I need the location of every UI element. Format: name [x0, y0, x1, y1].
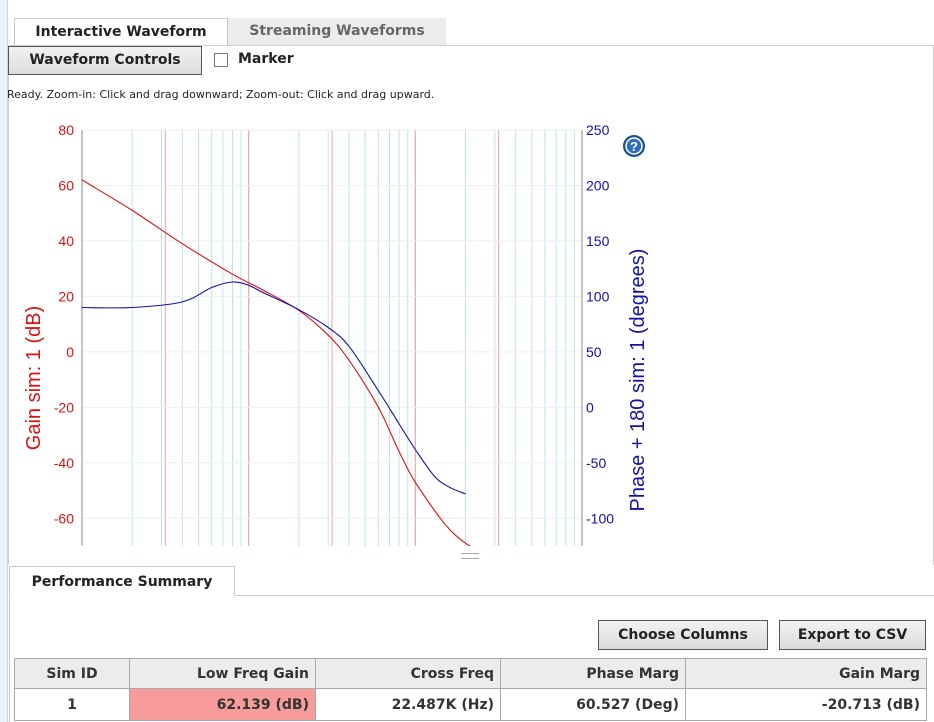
column-header[interactable]: Sim ID [14, 658, 130, 689]
table-cell: 22.487K (Hz) [315, 688, 501, 721]
left-tick-label: -40 [54, 455, 74, 471]
left-tick-label: 0 [66, 344, 74, 360]
right-tick-label: 50 [586, 344, 602, 360]
right-axis-title: Phase + 180 sim: 1 (degrees) [627, 249, 649, 512]
export-csv-button[interactable]: Export to CSV [779, 620, 926, 650]
left-axis-title: Gain sim: 1 (dB) [23, 306, 45, 450]
column-header[interactable]: Low Freq Gain [129, 658, 316, 689]
left-tick-label: -60 [54, 510, 74, 526]
right-tick-label: 0 [586, 399, 594, 415]
column-header[interactable]: Cross Freq [315, 658, 501, 689]
right-tick-label: 100 [586, 288, 610, 304]
right-tick-label: 200 [586, 177, 610, 193]
left-tick-label: -20 [54, 399, 74, 415]
table-header-row: Sim ID Low Freq Gain Cross Freq Phase Ma… [14, 658, 927, 689]
left-tick-label: 60 [58, 177, 74, 193]
right-tick-label: 150 [586, 233, 610, 249]
table-cell: -20.713 (dB) [685, 688, 927, 721]
right-tick-label: -50 [586, 455, 606, 471]
left-tick-label: 80 [58, 122, 74, 138]
performance-table: Sim ID Low Freq Gain Cross Freq Phase Ma… [14, 658, 927, 721]
tab-performance-summary[interactable]: Performance Summary [9, 566, 235, 596]
table-cell: 62.139 (dB) [129, 688, 316, 721]
right-tick-label: 250 [586, 122, 610, 138]
table-row[interactable]: 1 62.139 (dB) 22.487K (Hz) 60.527 (Deg) … [14, 688, 927, 721]
help-icon[interactable]: ? [623, 135, 645, 157]
right-tick-label: -100 [586, 510, 614, 526]
table-cell: 1 [14, 688, 130, 721]
table-cell: 60.527 (Deg) [500, 688, 686, 721]
column-header[interactable]: Gain Marg [685, 658, 927, 689]
left-tick-label: 20 [58, 288, 74, 304]
plot-grid [81, 129, 582, 546]
column-header[interactable]: Phase Marg [500, 658, 686, 689]
left-tick-label: 40 [58, 233, 74, 249]
choose-columns-button[interactable]: Choose Columns [598, 620, 768, 650]
resize-handle[interactable] [461, 553, 479, 559]
svg-text:?: ? [630, 139, 638, 154]
